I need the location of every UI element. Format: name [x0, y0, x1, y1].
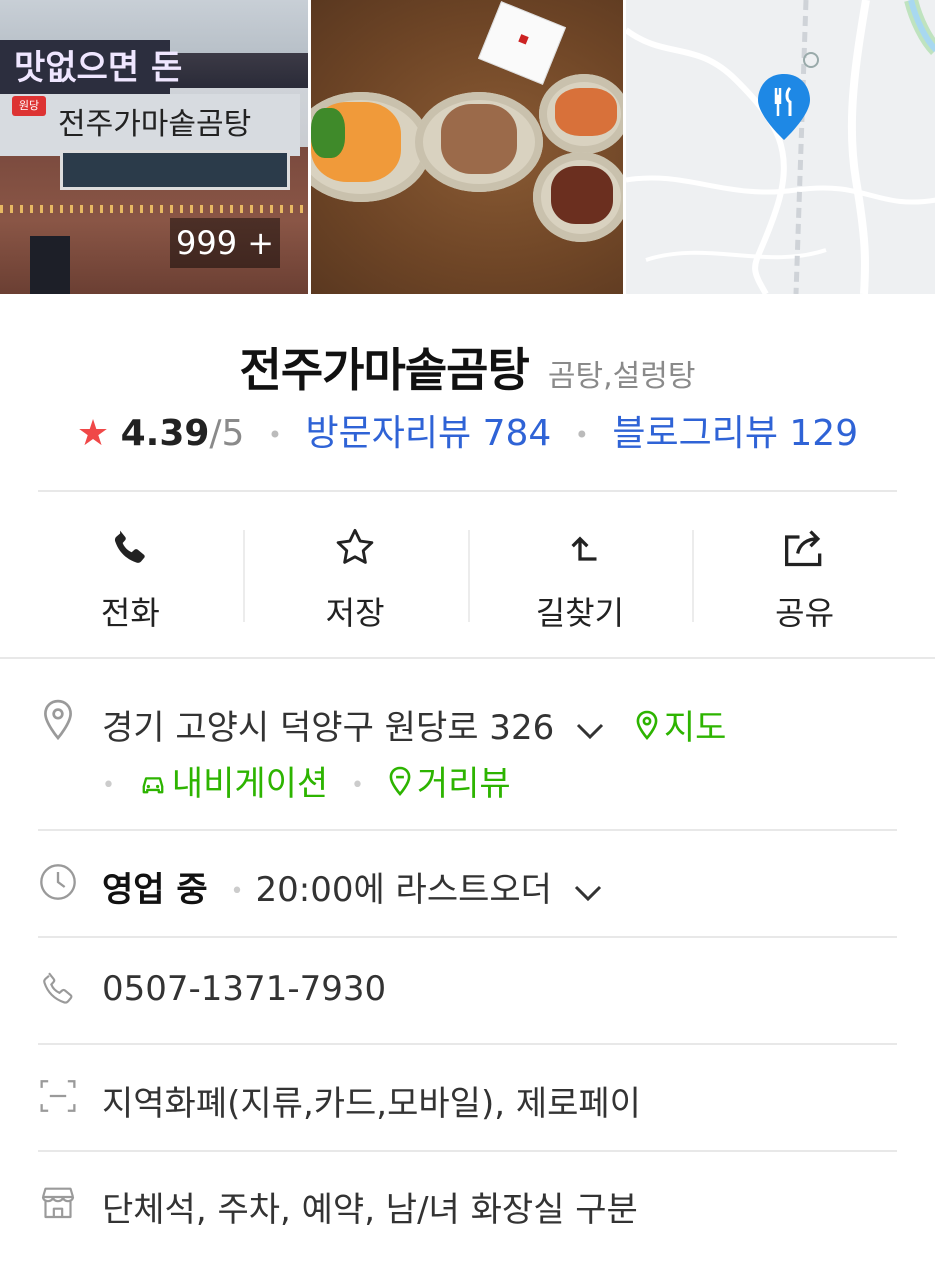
- hours-detail: 20:00에 라스트오더: [255, 870, 552, 910]
- map-label: 지도: [663, 708, 727, 748]
- section-divider: [0, 657, 935, 659]
- save-button[interactable]: 저장: [242, 506, 468, 636]
- rating-score: 4.39: [120, 413, 210, 454]
- directions-button[interactable]: 길찾기: [467, 506, 693, 636]
- car-icon: [138, 766, 168, 806]
- map-drawing: [626, 0, 935, 294]
- divider: [38, 1043, 897, 1045]
- phone-outline-icon: [38, 967, 78, 1011]
- chevron-down-icon[interactable]: [573, 872, 603, 912]
- phone-row[interactable]: 0507-1371-7930: [38, 967, 897, 1017]
- rating-max: /5: [209, 413, 245, 454]
- map-thumbnail[interactable]: [626, 0, 935, 294]
- storefront-sign-top: 맛없으면 돈: [0, 40, 182, 96]
- rating-star-icon: ★: [76, 413, 110, 454]
- facilities-row: 단체석, 주차, 예약, 남/녀 화장실 구분: [38, 1180, 897, 1230]
- address-text: 경기 고양시 덕양구 원당로 326: [102, 708, 555, 748]
- map-pin-icon: [634, 709, 660, 750]
- streetview-icon: [387, 765, 413, 806]
- clock-icon: [38, 860, 78, 904]
- facilities-text: 단체석, 주차, 예약, 남/녀 화장실 구분: [102, 1190, 638, 1230]
- kkakdugi-image: [555, 88, 617, 136]
- divider: [38, 936, 897, 938]
- storefront-door: [30, 236, 70, 294]
- address-row: 경기 고양시 덕양구 원당로 326 지도 • 내비게이션 • 거리뷰: [38, 698, 897, 808]
- storefront-window: [60, 150, 290, 190]
- separator-dot: •: [230, 879, 244, 904]
- action-label: 전화: [100, 594, 160, 632]
- share-icon: [780, 518, 830, 578]
- phone-number[interactable]: 0507-1371-7930: [102, 969, 386, 1009]
- store-icon: [38, 1180, 78, 1224]
- streetview-link[interactable]: 거리뷰: [387, 764, 511, 804]
- divider: [38, 829, 897, 831]
- visitor-reviews-link[interactable]: 방문자리뷰 784: [306, 413, 552, 454]
- storefront-lights: [0, 205, 308, 213]
- place-name: 전주가마솥곰탕: [239, 343, 530, 397]
- hours-row[interactable]: 영업 중 • 20:00에 라스트오더: [38, 860, 897, 910]
- divider: [38, 490, 897, 492]
- photo-count-badge[interactable]: 999 +: [170, 218, 280, 268]
- location-pin-icon: [38, 698, 78, 742]
- hours-line: 영업 중 • 20:00에 라스트오더: [102, 862, 607, 912]
- phone-icon: [108, 518, 152, 578]
- divider: [38, 1150, 897, 1152]
- scan-icon: [38, 1074, 78, 1118]
- napkin-image: [477, 1, 567, 85]
- star-icon: [332, 518, 378, 578]
- separator-dot: •: [102, 773, 115, 798]
- braised-dish-image: [551, 166, 613, 224]
- pepper-image: [311, 108, 345, 158]
- address-links: • 내비게이션 • 거리뷰: [102, 756, 511, 806]
- blog-reviews-link[interactable]: 블로그리뷰 129: [612, 413, 858, 454]
- chevron-down-icon[interactable]: [575, 710, 605, 750]
- streetview-label: 거리뷰: [416, 764, 511, 804]
- separator-dot: •: [574, 421, 589, 449]
- separator-dot: •: [351, 773, 364, 798]
- side-dishes-photo[interactable]: [311, 0, 623, 294]
- share-button[interactable]: 공유: [692, 506, 917, 636]
- storefront-photo[interactable]: 맛없으면 돈 전주가마솥곰탕 원당 999 +: [0, 0, 308, 294]
- place-category: 곰탕,설렁탕: [547, 359, 696, 394]
- map-link[interactable]: 지도: [634, 708, 727, 750]
- navigation-link[interactable]: 내비게이션: [138, 764, 339, 804]
- directions-icon: [558, 518, 602, 578]
- call-button[interactable]: 전화: [18, 506, 243, 636]
- storefront-sign-badge: 원당: [12, 96, 46, 116]
- action-label: 저장: [325, 594, 385, 632]
- payment-text: 지역화폐(지류,카드,모바일), 제로페이: [102, 1084, 641, 1124]
- hours-status: 영업 중: [102, 870, 208, 910]
- address-line: 경기 고양시 덕양구 원당로 326 지도: [102, 700, 726, 750]
- separator-dot: •: [267, 421, 283, 449]
- payment-row: 지역화폐(지류,카드,모바일), 제로페이: [38, 1074, 897, 1124]
- action-label: 길찾기: [535, 594, 625, 632]
- action-label: 공유: [775, 594, 835, 632]
- photo-strip: 맛없으면 돈 전주가마솥곰탕 원당 999 +: [0, 0, 935, 294]
- title-row: 전주가마솥곰탕 곰탕,설렁탕: [0, 334, 935, 400]
- kimchi-image: [441, 104, 517, 174]
- action-bar: 전화 저장 길찾기 공유: [18, 506, 917, 636]
- navigation-label: 내비게이션: [171, 764, 329, 804]
- rating-row: ★ 4.39/5 • 방문자리뷰 784 • 블로그리뷰 129: [0, 404, 935, 456]
